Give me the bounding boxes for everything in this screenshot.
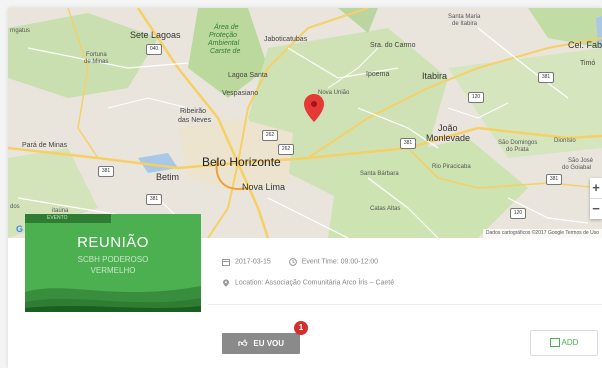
highway-shield: 040 bbox=[146, 44, 162, 55]
event-date-time-row: 2017-03-15 Event Time: 09:00-12:00 bbox=[222, 258, 378, 266]
highway-shield: 120 bbox=[510, 208, 526, 219]
highway-shield: 381 bbox=[400, 138, 416, 149]
map-label: Pará de Minas bbox=[22, 142, 68, 149]
event-location: Location: Associação Comunitária Arco Ír… bbox=[235, 279, 395, 287]
map-label: Cel. Fab bbox=[568, 40, 602, 50]
highway-shield: 381 bbox=[98, 166, 114, 177]
thumbnail-subtitle-1: SCBH PODEROSO bbox=[77, 255, 149, 264]
map-label: Timó bbox=[580, 60, 596, 67]
map-label: Itabira bbox=[422, 71, 448, 81]
google-logo: G bbox=[16, 224, 24, 234]
highway-shield: 262 bbox=[278, 144, 294, 155]
map-label: Fortuna bbox=[86, 52, 107, 58]
map-label: Ipoema bbox=[366, 71, 390, 78]
going-button-label: EU VOU bbox=[253, 339, 285, 348]
map-label: dos bbox=[10, 204, 20, 210]
map-label: do Goiabal bbox=[562, 165, 592, 171]
map-label: Jaboticatubas bbox=[264, 36, 308, 43]
map-label: São José bbox=[568, 158, 594, 164]
map-label: Sra. do Carmo bbox=[370, 42, 416, 49]
map-label: Sete Lagoas bbox=[130, 30, 181, 40]
highway-shield: 381 bbox=[546, 174, 562, 185]
going-count-badge: 1 bbox=[294, 321, 308, 335]
going-button[interactable]: 👍︎ EU VOU bbox=[222, 333, 300, 354]
divider bbox=[208, 304, 602, 305]
highway-shield: 381 bbox=[538, 72, 554, 83]
highway-shield: 120 bbox=[468, 92, 484, 103]
event-time: Event Time: 09:00-12:00 bbox=[301, 258, 378, 266]
highway-shield: 262 bbox=[262, 130, 278, 141]
map-label: Nova União bbox=[318, 90, 350, 96]
map-label: Santa Bárbara bbox=[360, 171, 399, 177]
calendar-icon bbox=[222, 259, 230, 266]
thumbs-up-icon: 👍︎ bbox=[237, 338, 248, 348]
map-label: Ambiental bbox=[208, 40, 240, 47]
thumbnail-waves bbox=[25, 286, 201, 312]
add-button-label: ADD bbox=[561, 338, 579, 347]
map-label: Catas Altas bbox=[370, 206, 401, 212]
map-label: Carste de bbox=[210, 48, 241, 55]
map-label: rngatus bbox=[10, 28, 31, 34]
add-to-calendar-button[interactable]: ADD bbox=[530, 330, 598, 356]
map-zoom-control: + − bbox=[590, 178, 602, 219]
clock-icon bbox=[288, 258, 297, 266]
zoom-out-button[interactable]: − bbox=[590, 199, 602, 219]
calendar-add-icon bbox=[549, 337, 560, 347]
map-label: Monlevade bbox=[426, 133, 471, 143]
event-card: rngatus Sete Lagoas Área de Proteção Amb… bbox=[8, 8, 602, 368]
map-label: Nova Lima bbox=[242, 182, 286, 192]
map-label: Rio Piracicaba bbox=[432, 164, 471, 170]
map-label: de Minas bbox=[84, 59, 109, 65]
event-date: 2017-03-15 bbox=[235, 258, 271, 266]
map-label: do Prata bbox=[506, 147, 529, 153]
map-label: Área de bbox=[214, 24, 239, 31]
map-label: Lagoa Santa bbox=[228, 72, 268, 79]
map-attribution[interactable]: Dados cartográficos ©2017 Google Termos … bbox=[482, 229, 602, 238]
map-label: de Itabira bbox=[452, 21, 478, 27]
map-pin-icon bbox=[223, 279, 229, 287]
map-label: Dionísio bbox=[554, 138, 576, 144]
map-label: Ribeirão bbox=[180, 108, 207, 115]
map-label: João bbox=[438, 123, 458, 133]
highway-shield: 381 bbox=[146, 194, 162, 205]
thumbnail-title: REUNIÃO bbox=[77, 234, 149, 251]
thumbnail-tag: EVENTO bbox=[25, 214, 111, 223]
map-label: São Domingos bbox=[498, 140, 538, 146]
map-label: Belo Horizonte bbox=[202, 155, 281, 169]
map-label: Proteção bbox=[209, 32, 238, 39]
map-label: Vespasiano bbox=[222, 90, 259, 97]
event-thumbnail[interactable]: EVENTO REUNIÃO SCBH PODEROSO VERMELHO bbox=[25, 214, 201, 312]
map-label: Betim bbox=[156, 172, 180, 182]
event-location-row: Location: Associação Comunitária Arco Ír… bbox=[222, 279, 394, 287]
event-map[interactable]: rngatus Sete Lagoas Área de Proteção Amb… bbox=[8, 8, 602, 238]
map-label: Santa Maria bbox=[448, 14, 481, 20]
map-label: das Neves bbox=[178, 117, 212, 124]
zoom-in-button[interactable]: + bbox=[590, 178, 602, 198]
